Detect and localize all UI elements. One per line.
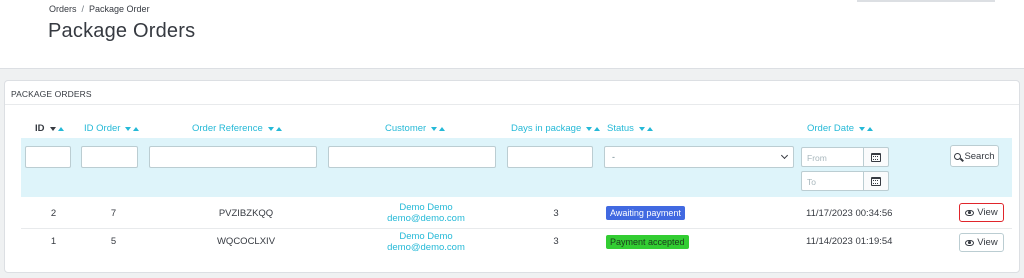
package-orders-panel: PACKAGE ORDERS ID ID Order Order Referen… [4,80,1020,273]
cell-status: Awaiting payment [606,200,756,226]
sort-asc-icon[interactable] [594,126,601,131]
column-header-id-label: ID [35,123,45,134]
view-button[interactable]: View [959,203,1004,222]
calendar-icon [871,176,881,186]
column-header-customer: Customer [385,123,446,134]
sort-controls [49,126,64,131]
chevron-down-icon [780,151,789,160]
cell-days: 3 [553,236,559,247]
cell-order-reference: PVZIBZKQQ [218,207,274,219]
sort-desc-icon[interactable] [267,126,274,131]
calendar-icon [871,152,881,162]
filter-days-input[interactable] [507,146,593,168]
sort-asc-icon[interactable] [867,126,873,131]
cell-id: 1 [50,236,57,247]
filter-id-order-input[interactable] [81,146,138,168]
sort-controls [431,126,446,131]
filter-customer-input[interactable] [328,146,496,168]
column-header-order-reference: Order Reference [192,123,282,134]
cell-id-order: 7 [110,207,117,219]
cell-id-order: 5 [110,236,117,247]
cell-id: 2 [50,207,57,219]
sort-desc-icon[interactable] [49,126,56,131]
cell-order-date: 11/17/2023 00:34:56 [806,207,893,219]
sort-asc-icon[interactable] [275,126,282,131]
column-header-order-reference-label: Order Reference [192,123,263,134]
sort-controls [859,126,873,131]
column-header-customer-label: Customer [385,123,427,134]
column-header-id-order-label: ID Order [84,123,121,134]
breadcrumb-orders-link[interactable]: Orders [49,4,77,14]
date-to-calendar-button[interactable] [863,171,889,191]
search-button-label: Search [964,150,995,162]
cell-order-reference: WQCOCLXIV [216,236,276,247]
header-toolbar-edge [857,0,995,2]
date-from-calendar-button[interactable] [863,147,889,167]
column-header-status-label: Status [607,123,634,134]
filter-order-reference-input[interactable] [149,146,317,168]
view-button-label: View [977,207,998,218]
breadcrumb-current: Package Order [89,4,150,14]
filter-status-select[interactable]: - [604,146,794,168]
column-header-days-label: Days in package [511,123,582,134]
cell-order-date: 11/14/2023 01:19:54 [806,236,893,247]
date-to-input[interactable]: To [801,171,864,191]
status-badge: Payment accepted [606,234,689,249]
customer-name[interactable]: Demo Demo [399,231,452,242]
customer-name[interactable]: Demo Demo [399,202,452,213]
column-header-order-date: Order Date [807,123,873,134]
sort-desc-icon[interactable] [125,126,132,131]
breadcrumb-separator: / [81,4,85,14]
cell-status: Payment accepted [606,229,756,254]
breadcrumb: Orders / Package Order [49,4,150,14]
eye-icon [965,209,975,216]
filter-id-input[interactable] [25,146,71,168]
sort-controls [638,126,653,131]
cell-customer[interactable]: Demo Demo demo@demo.com [356,200,496,226]
column-header-status: Status [607,123,653,134]
cell-days: 3 [553,207,559,219]
table-row: 1 5 WQCOCLXIV Demo Demo demo@demo.com 3 … [21,228,1012,254]
panel-heading: PACKAGE ORDERS [5,81,1019,105]
search-button[interactable]: Search [950,145,999,167]
sort-asc-icon[interactable] [133,126,140,131]
page-header: Orders / Package Order Package Orders [0,0,1024,69]
date-from-input[interactable]: From [801,147,864,167]
view-button[interactable]: View [959,233,1004,252]
cell-customer[interactable]: Demo Demo demo@demo.com [356,229,496,254]
view-button-label: View [977,237,998,248]
column-header-order-date-label: Order Date [807,123,854,134]
customer-email[interactable]: demo@demo.com [387,242,465,253]
sort-desc-icon[interactable] [859,126,865,131]
column-header-id: ID [35,123,64,134]
sort-desc-icon[interactable] [586,126,593,131]
sort-desc-icon[interactable] [431,126,438,131]
column-header-days-in-package: Days in package [511,123,601,134]
column-header-id-order: ID Order [84,123,140,134]
search-icon [954,152,962,160]
sort-controls [267,126,282,131]
page-title: Package Orders [48,20,196,42]
sort-asc-icon[interactable] [439,126,446,131]
sort-desc-icon[interactable] [638,126,645,131]
table-row: 2 7 PVZIBZKQQ Demo Demo demo@demo.com 3 … [21,200,1012,226]
customer-email[interactable]: demo@demo.com [387,213,465,224]
panel-title: PACKAGE ORDERS [11,89,92,99]
sort-asc-icon[interactable] [646,126,653,131]
status-badge: Awaiting payment [606,206,685,220]
sort-controls [125,126,140,131]
filter-status-selected: - [612,152,615,162]
sort-controls [586,126,601,131]
eye-icon [965,239,975,246]
sort-asc-icon[interactable] [57,126,64,131]
